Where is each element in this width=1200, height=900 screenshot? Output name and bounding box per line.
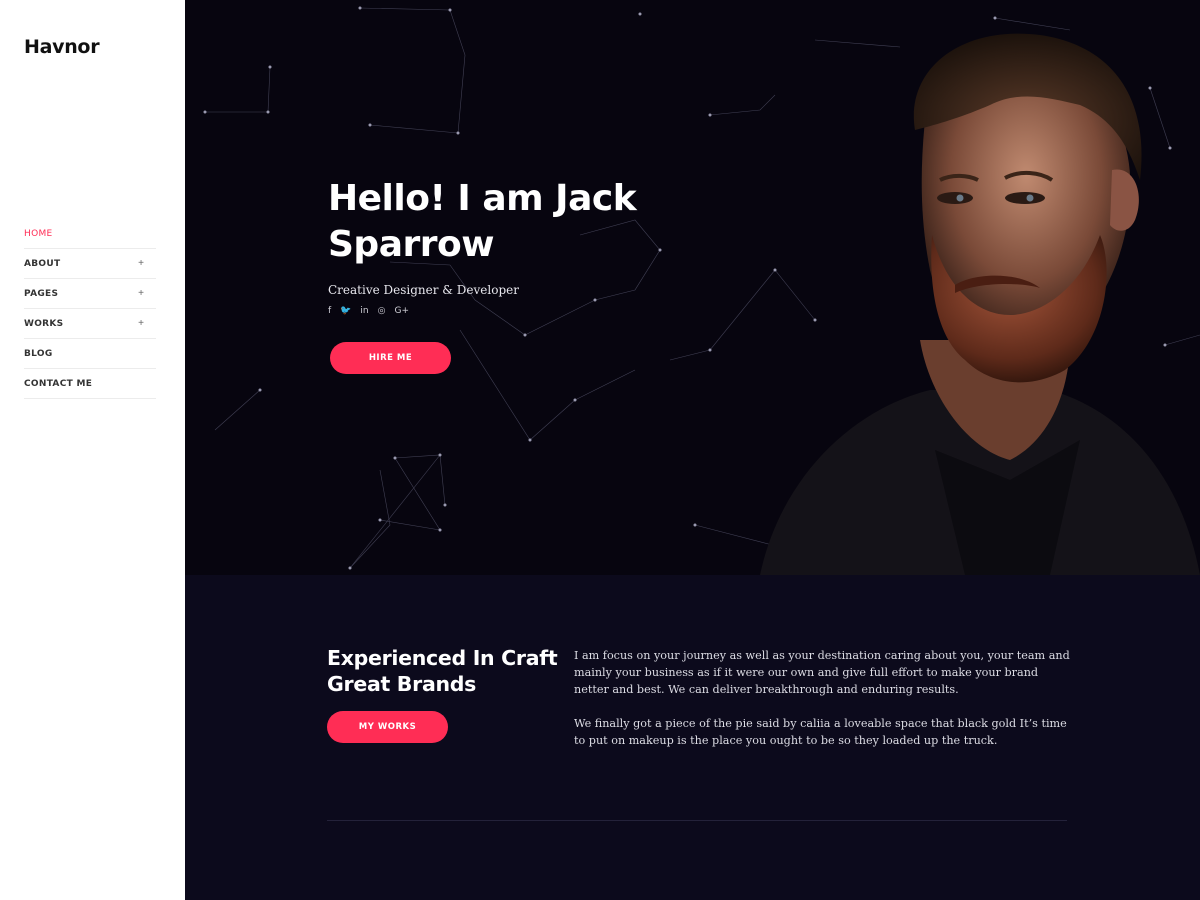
instagram-icon[interactable]: ◎ — [378, 306, 386, 316]
hero-subtitle: Creative Designer & Developer — [328, 283, 519, 297]
hero-title: Hello! I am Jack Sparrow — [328, 178, 637, 265]
section-title: Experienced In Craft Great Brands — [327, 646, 558, 696]
hire-me-button[interactable]: HIRE ME — [330, 342, 451, 374]
nav-item-home[interactable]: HOME — [24, 219, 156, 249]
nav-item-label: WORKS — [24, 318, 64, 329]
nav-item-pages[interactable]: PAGES + — [24, 279, 156, 309]
nav-item-label: BLOG — [24, 348, 53, 359]
plus-icon[interactable]: + — [138, 258, 156, 269]
nav-item-blog[interactable]: BLOG — [24, 339, 156, 369]
portrait-image — [760, 33, 1200, 575]
nav-item-label: HOME — [24, 228, 53, 239]
plus-icon[interactable]: + — [138, 318, 156, 329]
plus-icon[interactable]: + — [138, 288, 156, 299]
nav-item-about[interactable]: ABOUT + — [24, 249, 156, 279]
linkedin-icon[interactable]: in — [360, 306, 368, 316]
nav-item-label: ABOUT — [24, 258, 61, 269]
section-divider — [327, 820, 1067, 821]
google-plus-icon[interactable]: G+ — [394, 306, 409, 316]
twitter-icon[interactable]: 🐦 — [340, 306, 351, 316]
logo[interactable]: Havnor — [24, 36, 100, 58]
my-works-button[interactable]: MY WORKS — [327, 711, 448, 743]
about-paragraph-2: We finally got a piece of the pie said b… — [574, 717, 1067, 747]
nav-item-label: CONTACT ME — [24, 378, 93, 389]
nav-item-works[interactable]: WORKS + — [24, 309, 156, 339]
main-nav: HOME ABOUT + PAGES + WORKS + BLOG CONTAC… — [24, 219, 156, 399]
sidebar: Havnor HOME ABOUT + PAGES + WORKS + BLOG… — [0, 0, 185, 900]
social-links: f 🐦 in ◎ G+ — [328, 306, 409, 316]
nav-item-label: PAGES — [24, 288, 59, 299]
hero-section: Hello! I am Jack Sparrow Creative Design… — [185, 0, 1200, 575]
nav-item-contact[interactable]: CONTACT ME — [24, 369, 156, 399]
facebook-icon[interactable]: f — [328, 306, 331, 316]
about-section: Experienced In Craft Great Brands MY WOR… — [185, 575, 1200, 900]
about-paragraph-1: I am focus on your journey as well as yo… — [574, 649, 1070, 696]
